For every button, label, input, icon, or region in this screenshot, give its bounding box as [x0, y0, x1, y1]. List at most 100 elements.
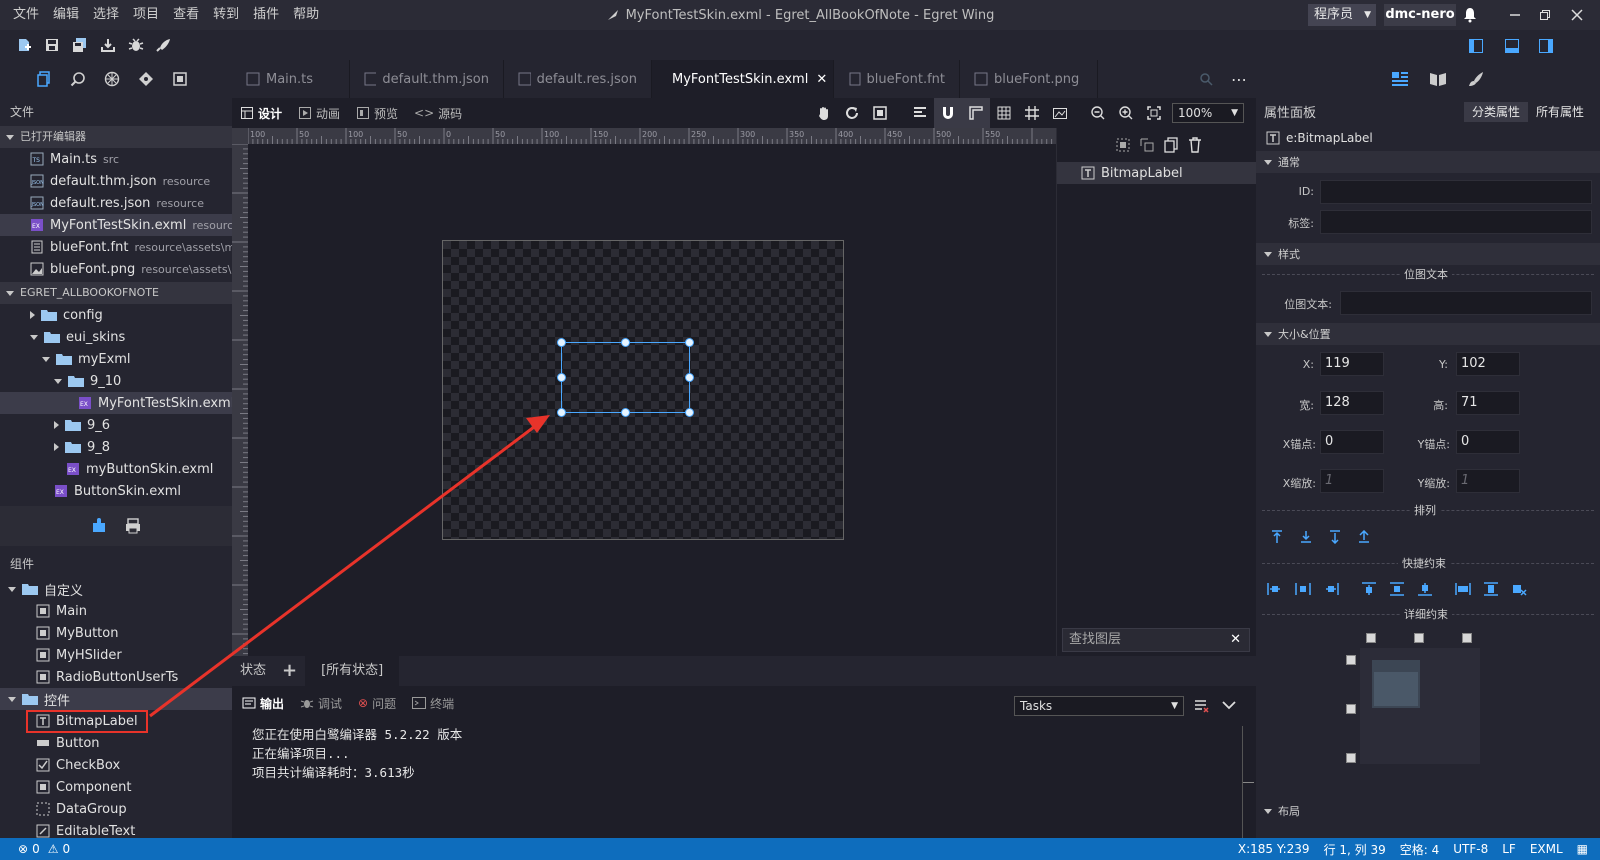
align-left-icon[interactable]: [1264, 578, 1286, 600]
open-editor-item[interactable]: TS Main.ts src: [0, 148, 232, 170]
magnet-icon[interactable]: [934, 98, 962, 128]
components-icon[interactable]: [100, 67, 124, 91]
fill-horizontal-icon[interactable]: [1452, 578, 1474, 600]
open-editor-item-active[interactable]: EX MyFontTestSkin.exml resourc...: [0, 214, 232, 236]
warning-icon[interactable]: ⚠: [48, 842, 59, 856]
align-vcenter-icon[interactable]: [1386, 578, 1408, 600]
menu-edit[interactable]: 编辑: [46, 0, 86, 30]
height-input[interactable]: 71: [1456, 391, 1520, 415]
resize-handle-t[interactable]: [621, 338, 630, 347]
bitmaplabel-selection[interactable]: [557, 338, 694, 417]
open-editor-item[interactable]: blueFont.fnt resource\assets\m...: [0, 236, 232, 258]
role-select[interactable]: 程序员 ▼: [1308, 4, 1376, 26]
project-header[interactable]: EGRET_ALLBOOKOFNOTE: [0, 282, 232, 304]
scroll-thumb[interactable]: [1243, 782, 1254, 783]
resize-handle-tl[interactable]: [557, 338, 566, 347]
bell-icon[interactable]: [1462, 7, 1478, 23]
tab-debug[interactable]: 调试: [300, 695, 342, 712]
custom-group[interactable]: 自定义: [0, 578, 232, 600]
resize-handle-tr[interactable]: [685, 338, 694, 347]
layout-right-icon[interactable]: [1538, 38, 1554, 54]
open-editors-header[interactable]: 已打开编辑器: [0, 126, 232, 148]
tab-bluefont-png[interactable]: blueFont.png: [960, 60, 1098, 98]
menu-file[interactable]: 文件: [6, 0, 46, 30]
git-icon[interactable]: [134, 67, 158, 91]
bring-forward-icon[interactable]: [1295, 526, 1317, 548]
component-item[interactable]: MyHSlider: [0, 644, 232, 666]
group-icon[interactable]: [1114, 136, 1132, 154]
tab-category-props[interactable]: 分类属性: [1464, 102, 1528, 122]
component-item[interactable]: RadioButtonUserTs: [0, 666, 232, 688]
refresh-icon[interactable]: [838, 98, 866, 128]
files-icon[interactable]: [32, 67, 56, 91]
copy-icon[interactable]: [1162, 136, 1180, 154]
line-ending[interactable]: LF: [1502, 842, 1516, 856]
output-console[interactable]: 您正在使用白鹭编译器 5.2.22 版本 正在编译项目... 项目共计编译耗时：…: [232, 720, 1242, 838]
send-backward-icon[interactable]: [1324, 526, 1346, 548]
mode-source[interactable]: <> 源码: [414, 105, 462, 122]
constraint-top-checkbox[interactable]: [1346, 655, 1356, 665]
tab-all-props[interactable]: 所有属性: [1536, 102, 1584, 122]
line-column[interactable]: 行 1, 列 39: [1324, 841, 1386, 858]
resize-handle-bl[interactable]: [557, 408, 566, 417]
maximize-button[interactable]: [1530, 0, 1560, 30]
indentation[interactable]: 空格: 4: [1400, 841, 1440, 858]
category-style[interactable]: 样式: [1256, 243, 1600, 265]
layer-search-input[interactable]: 查找图层 ✕: [1062, 628, 1250, 652]
language-mode[interactable]: EXML: [1530, 842, 1563, 856]
anchor-y-input[interactable]: 0: [1456, 430, 1520, 454]
scale-x-input[interactable]: 1: [1320, 469, 1384, 493]
debug-icon[interactable]: [122, 30, 150, 60]
search-icon[interactable]: [66, 67, 90, 91]
category-layout[interactable]: 布局: [1256, 800, 1600, 822]
zoom-in-icon[interactable]: [1112, 98, 1140, 128]
guides-icon[interactable]: [1018, 98, 1046, 128]
open-editor-item[interactable]: blueFont.png resource\assets\...: [0, 258, 232, 280]
background-image-icon[interactable]: [1046, 98, 1074, 128]
feedback-icon[interactable]: ▦: [1577, 842, 1588, 856]
width-input[interactable]: 128: [1320, 391, 1384, 415]
tasks-select[interactable]: Tasks ▼: [1014, 696, 1184, 716]
tab-myfonttestskin-exml[interactable]: MyFontTestSkin.exml ✕: [652, 60, 834, 98]
mode-animation[interactable]: 动画: [298, 105, 340, 122]
tab-problems[interactable]: ⊗ 问题: [358, 695, 396, 712]
bring-to-front-icon[interactable]: [1266, 526, 1288, 548]
brush-icon[interactable]: [1467, 71, 1485, 87]
id-input[interactable]: [1320, 180, 1592, 204]
resize-handle-b[interactable]: [621, 408, 630, 417]
user-badge[interactable]: dmc-nero: [1384, 4, 1456, 26]
component-item[interactable]: MyButton: [0, 622, 232, 644]
mode-preview[interactable]: 预览: [356, 105, 398, 122]
clear-constraints-icon[interactable]: [1508, 578, 1530, 600]
tag-input[interactable]: [1320, 210, 1592, 234]
menu-goto[interactable]: 转到: [206, 0, 246, 30]
category-common[interactable]: 通常: [1256, 151, 1600, 173]
tab-bluefont-fnt[interactable]: blueFont.fnt: [834, 60, 960, 98]
x-input[interactable]: 119: [1320, 352, 1384, 376]
constraint-hcenter-checkbox[interactable]: [1414, 633, 1424, 643]
align-hcenter-icon[interactable]: [1292, 578, 1314, 600]
split-editor-icon[interactable]: [1198, 71, 1222, 87]
open-editor-item[interactable]: JSON default.res.json resource: [0, 192, 232, 214]
tab-default-res-json[interactable]: default.res.json: [504, 60, 652, 98]
clear-output-icon[interactable]: [1194, 699, 1210, 713]
folder-row[interactable]: eui_skins: [0, 326, 232, 348]
extensions-icon[interactable]: [168, 67, 192, 91]
tab-output[interactable]: 输出: [242, 695, 284, 712]
control-item[interactable]: EditableText: [0, 820, 232, 838]
constraint-right-checkbox[interactable]: [1462, 633, 1472, 643]
book-icon[interactable]: [1429, 71, 1447, 87]
more-icon[interactable]: ⋯: [1222, 70, 1256, 89]
align-right-icon[interactable]: [1320, 578, 1342, 600]
constraint-editor[interactable]: [1360, 648, 1480, 764]
state-all[interactable]: [所有状态]: [305, 656, 400, 686]
zoom-select[interactable]: 100% ▼: [1172, 103, 1244, 123]
control-item[interactable]: Button: [0, 732, 232, 754]
bitmap-text-input[interactable]: [1340, 291, 1592, 315]
scale-y-input[interactable]: 1: [1456, 469, 1520, 493]
menu-view[interactable]: 查看: [166, 0, 206, 30]
close-tab-icon[interactable]: ✕: [816, 72, 827, 87]
clear-search-icon[interactable]: ✕: [1230, 629, 1241, 651]
trash-icon[interactable]: [1186, 136, 1204, 154]
properties-icon[interactable]: [1391, 71, 1409, 87]
